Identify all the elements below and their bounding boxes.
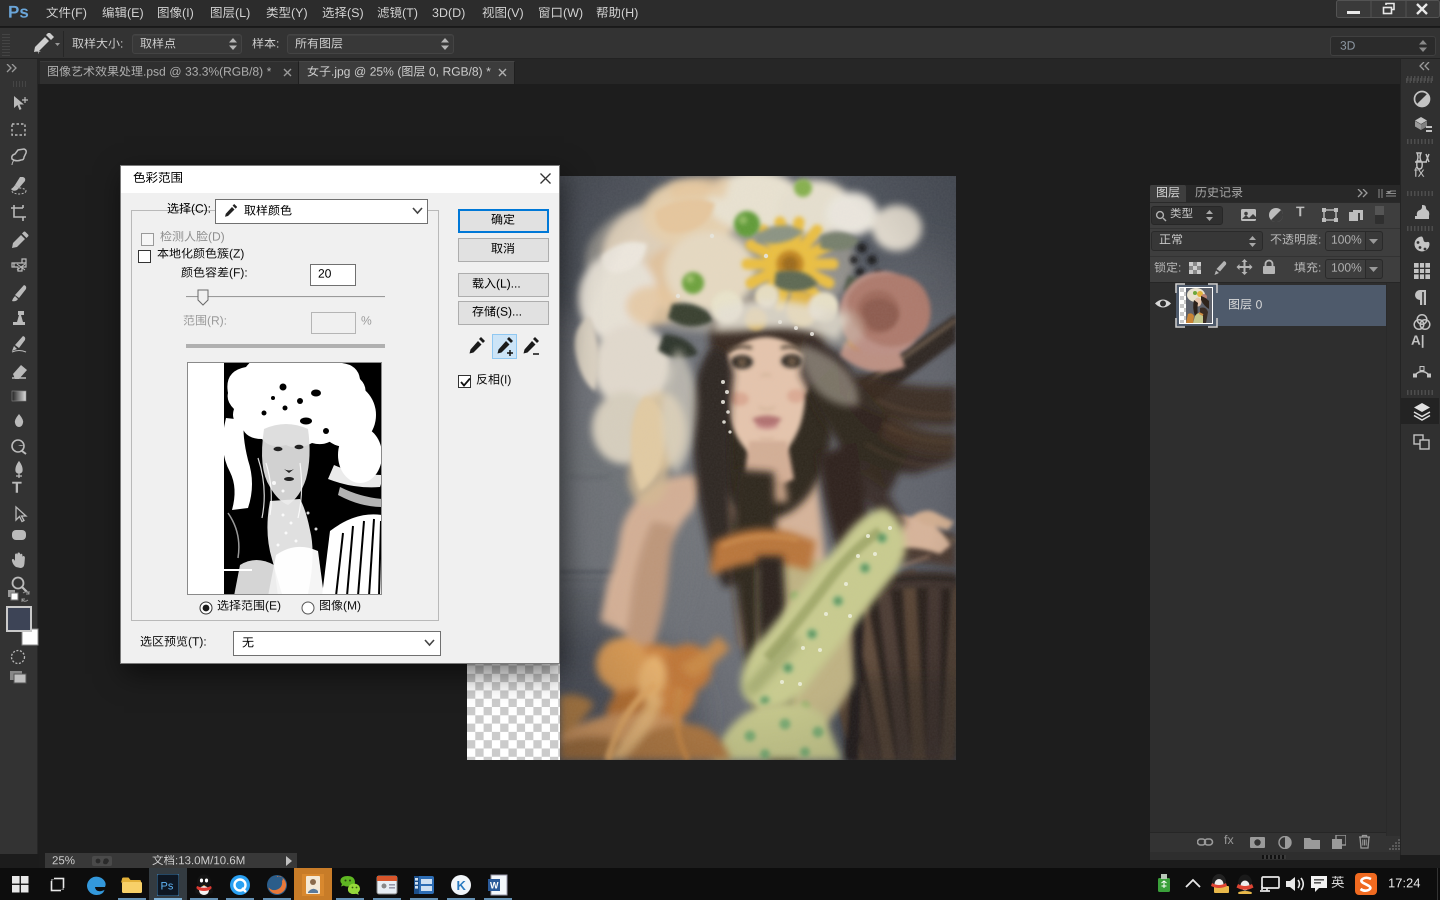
svg-text:K: K <box>457 878 467 893</box>
svg-text:Ps: Ps <box>161 881 174 893</box>
svg-text:W: W <box>490 881 499 891</box>
svg-text:+: + <box>36 47 41 55</box>
